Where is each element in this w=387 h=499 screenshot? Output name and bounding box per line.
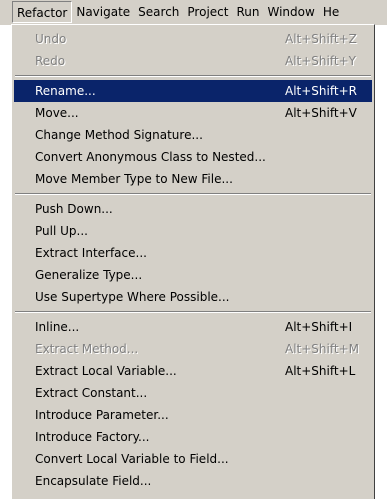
menu-project[interactable]: Project <box>183 1 232 23</box>
menu-item-label: Convert Anonymous Class to Nested... <box>35 150 266 164</box>
menu-item-extract-interface[interactable]: Extract Interface... <box>14 242 372 264</box>
menu-item-move-member-type[interactable]: Move Member Type to New File... <box>14 168 372 190</box>
menu-item-label: Extract Local Variable... <box>35 364 177 378</box>
menu-item-move[interactable]: Move... Alt+Shift+V <box>14 102 372 124</box>
menu-item-change-method-signature[interactable]: Change Method Signature... <box>14 124 372 146</box>
menu-item-pull-up[interactable]: Pull Up... <box>14 220 372 242</box>
menu-item-encapsulate-field[interactable]: Encapsulate Field... <box>14 470 372 492</box>
menu-item-redo[interactable]: Redo Alt+Shift+Y <box>14 50 372 72</box>
menu-item-label: Rename... <box>35 84 96 98</box>
menu-bar: Refactor Navigate Search Project Run Win… <box>0 0 387 25</box>
menu-item-generalize-type[interactable]: Generalize Type... <box>14 264 372 286</box>
menu-item-label: Convert Local Variable to Field... <box>35 452 229 466</box>
menu-separator <box>14 308 372 316</box>
menu-item-shortcut: Alt+Shift+I <box>285 320 353 334</box>
menu-item-shortcut: Alt+Shift+V <box>285 106 357 120</box>
menu-item-label: Redo <box>35 54 66 68</box>
menu-item-introduce-factory[interactable]: Introduce Factory... <box>14 426 372 448</box>
menu-item-label: Introduce Parameter... <box>35 408 169 422</box>
menu-help[interactable]: He <box>319 1 343 23</box>
menu-item-label: Extract Method... <box>35 342 139 356</box>
menu-item-label: Use Supertype Where Possible... <box>35 290 230 304</box>
refactor-dropdown-menu: Undo Alt+Shift+Z Redo Alt+Shift+Y Rename… <box>11 24 375 499</box>
menu-item-rename[interactable]: Rename... Alt+Shift+R <box>14 80 372 102</box>
menu-item-extract-constant[interactable]: Extract Constant... <box>14 382 372 404</box>
menu-separator <box>14 72 372 80</box>
menu-item-convert-local-variable-to-field[interactable]: Convert Local Variable to Field... <box>14 448 372 470</box>
menu-item-label: Undo <box>35 32 67 46</box>
menu-item-use-supertype[interactable]: Use Supertype Where Possible... <box>14 286 372 308</box>
menu-item-convert-anonymous-class[interactable]: Convert Anonymous Class to Nested... <box>14 146 372 168</box>
menu-item-label: Generalize Type... <box>35 268 143 282</box>
menu-item-shortcut: Alt+Shift+M <box>285 342 359 356</box>
menu-search[interactable]: Search <box>134 1 183 23</box>
menu-item-label: Inline... <box>35 320 80 334</box>
menu-item-shortcut: Alt+Shift+Z <box>285 32 357 46</box>
menu-item-label: Change Method Signature... <box>35 128 203 142</box>
menu-item-shortcut: Alt+Shift+Y <box>285 54 356 68</box>
screen: Refactor Navigate Search Project Run Win… <box>0 0 387 499</box>
menu-item-label: Introduce Factory... <box>35 430 150 444</box>
menu-refactor[interactable]: Refactor <box>12 1 73 23</box>
menu-item-label: Encapsulate Field... <box>35 474 152 488</box>
menu-item-label: Move Member Type to New File... <box>35 172 233 186</box>
menu-item-label: Extract Constant... <box>35 386 148 400</box>
menu-run[interactable]: Run <box>232 1 263 23</box>
menu-item-extract-local-variable[interactable]: Extract Local Variable... Alt+Shift+L <box>14 360 372 382</box>
menu-item-label: Extract Interface... <box>35 246 147 260</box>
menu-item-label: Move... <box>35 106 79 120</box>
menu-item-shortcut: Alt+Shift+R <box>285 84 357 98</box>
menu-item-shortcut: Alt+Shift+L <box>285 364 356 378</box>
menu-item-label: Pull Up... <box>35 224 88 238</box>
menu-item-inline[interactable]: Inline... Alt+Shift+I <box>14 316 372 338</box>
menu-window[interactable]: Window <box>263 1 318 23</box>
menu-item-extract-method[interactable]: Extract Method... Alt+Shift+M <box>14 338 372 360</box>
menu-item-label: Push Down... <box>35 202 113 216</box>
menu-item-introduce-parameter[interactable]: Introduce Parameter... <box>14 404 372 426</box>
menu-item-undo[interactable]: Undo Alt+Shift+Z <box>14 28 372 50</box>
menu-separator <box>14 190 372 198</box>
menu-item-push-down[interactable]: Push Down... <box>14 198 372 220</box>
menu-navigate[interactable]: Navigate <box>72 1 134 23</box>
